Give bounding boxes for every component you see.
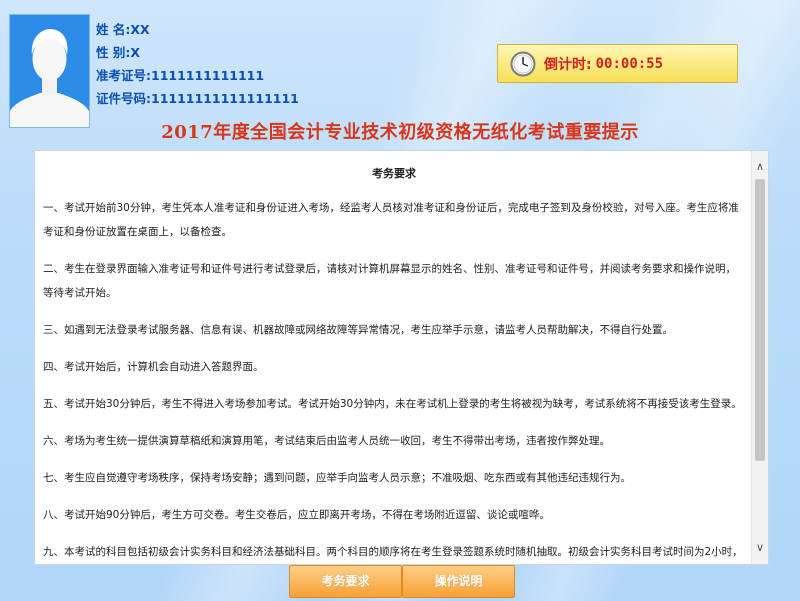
ticket-value: 1111111111111 — [151, 68, 264, 83]
scroll-down-icon[interactable]: ∨ — [752, 540, 768, 556]
gender-value: X — [130, 45, 140, 60]
notice-paragraph: 一、考试开始前30分钟，考生凭本人准考证和身份证进入考场，经监考人员核对准考证和… — [43, 196, 745, 244]
page-title: 2017年度全国会计专业技术初级资格无纸化考试重要提示 — [0, 118, 800, 144]
requirements-button[interactable]: 考务要求 — [289, 565, 402, 598]
notice-heading: 考务要求 — [43, 165, 745, 185]
notice-paragraph: 九、本考试的科目包括初级会计实务科目和经济法基础科目。两个科目的顺序将在考生登录… — [43, 540, 745, 565]
scrollbar-thumb[interactable] — [755, 179, 765, 461]
id-row: 证件号码:11111111111111111 — [96, 87, 299, 110]
notice-content: 考务要求 一、考试开始前30分钟，考生凭本人准考证和身份证进入考场，经监考人员核… — [35, 151, 753, 565]
notice-paragraph: 四、考试开始后，计算机会自动进入答题界面。 — [43, 355, 745, 379]
notice-paragraph: 八、考试开始90分钟后，考生方可交卷。考生交卷后，应立即离开考场，不得在考场附近… — [43, 503, 745, 527]
name-row: 姓 名:XX — [96, 18, 299, 41]
notice-paragraph: 三、如遇到无法登录考试服务器、信息有误、机器故障或网络故障等异常情况，考生应举手… — [43, 318, 745, 342]
notice-paragraph: 二、考生在登录界面输入准考证号和证件号进行考试登录后，请核对计算机屏幕显示的姓名… — [43, 257, 745, 305]
candidate-info: 姓 名:XX 性 别:X 准考证号:1111111111111 证件号码:111… — [96, 18, 299, 110]
countdown-label: 倒计时: — [544, 54, 592, 74]
name-value: XX — [130, 22, 149, 37]
gender-label: 性 别: — [96, 41, 130, 64]
notice-paragraph: 五、考试开始30分钟后，考生不得进入考场参加考试。考试开始30分钟内，未在考试机… — [43, 392, 745, 416]
instructions-button[interactable]: 操作说明 — [402, 565, 515, 598]
notice-paragraph: 七、考生应自觉遵守考场秩序，保持考场安静；遇到问题，应举手向监考人员示意；不准吸… — [43, 466, 745, 490]
notice-scrollbar[interactable]: ∧ ∨ — [751, 151, 768, 564]
ticket-label: 准考证号: — [96, 64, 151, 87]
countdown-value: 00:00:55 — [596, 56, 663, 72]
candidate-photo — [9, 14, 90, 128]
notice-paragraph: 六、考场为考生统一提供演算草稿纸和演算用笔，考试结束后由监考人员统一收回，考生不… — [43, 429, 745, 453]
countdown-timer: 倒计时: 00:00:55 — [497, 44, 738, 83]
scroll-up-icon[interactable]: ∧ — [752, 159, 768, 175]
clock-icon — [510, 51, 536, 77]
notice-panel: 考务要求 一、考试开始前30分钟，考生凭本人准考证和身份证进入考场，经监考人员核… — [34, 150, 769, 565]
id-label: 证件号码: — [96, 87, 151, 110]
gender-row: 性 别:X — [96, 41, 299, 64]
ticket-row: 准考证号:1111111111111 — [96, 64, 299, 87]
name-label: 姓 名: — [96, 18, 130, 41]
id-value: 11111111111111111 — [151, 91, 299, 106]
